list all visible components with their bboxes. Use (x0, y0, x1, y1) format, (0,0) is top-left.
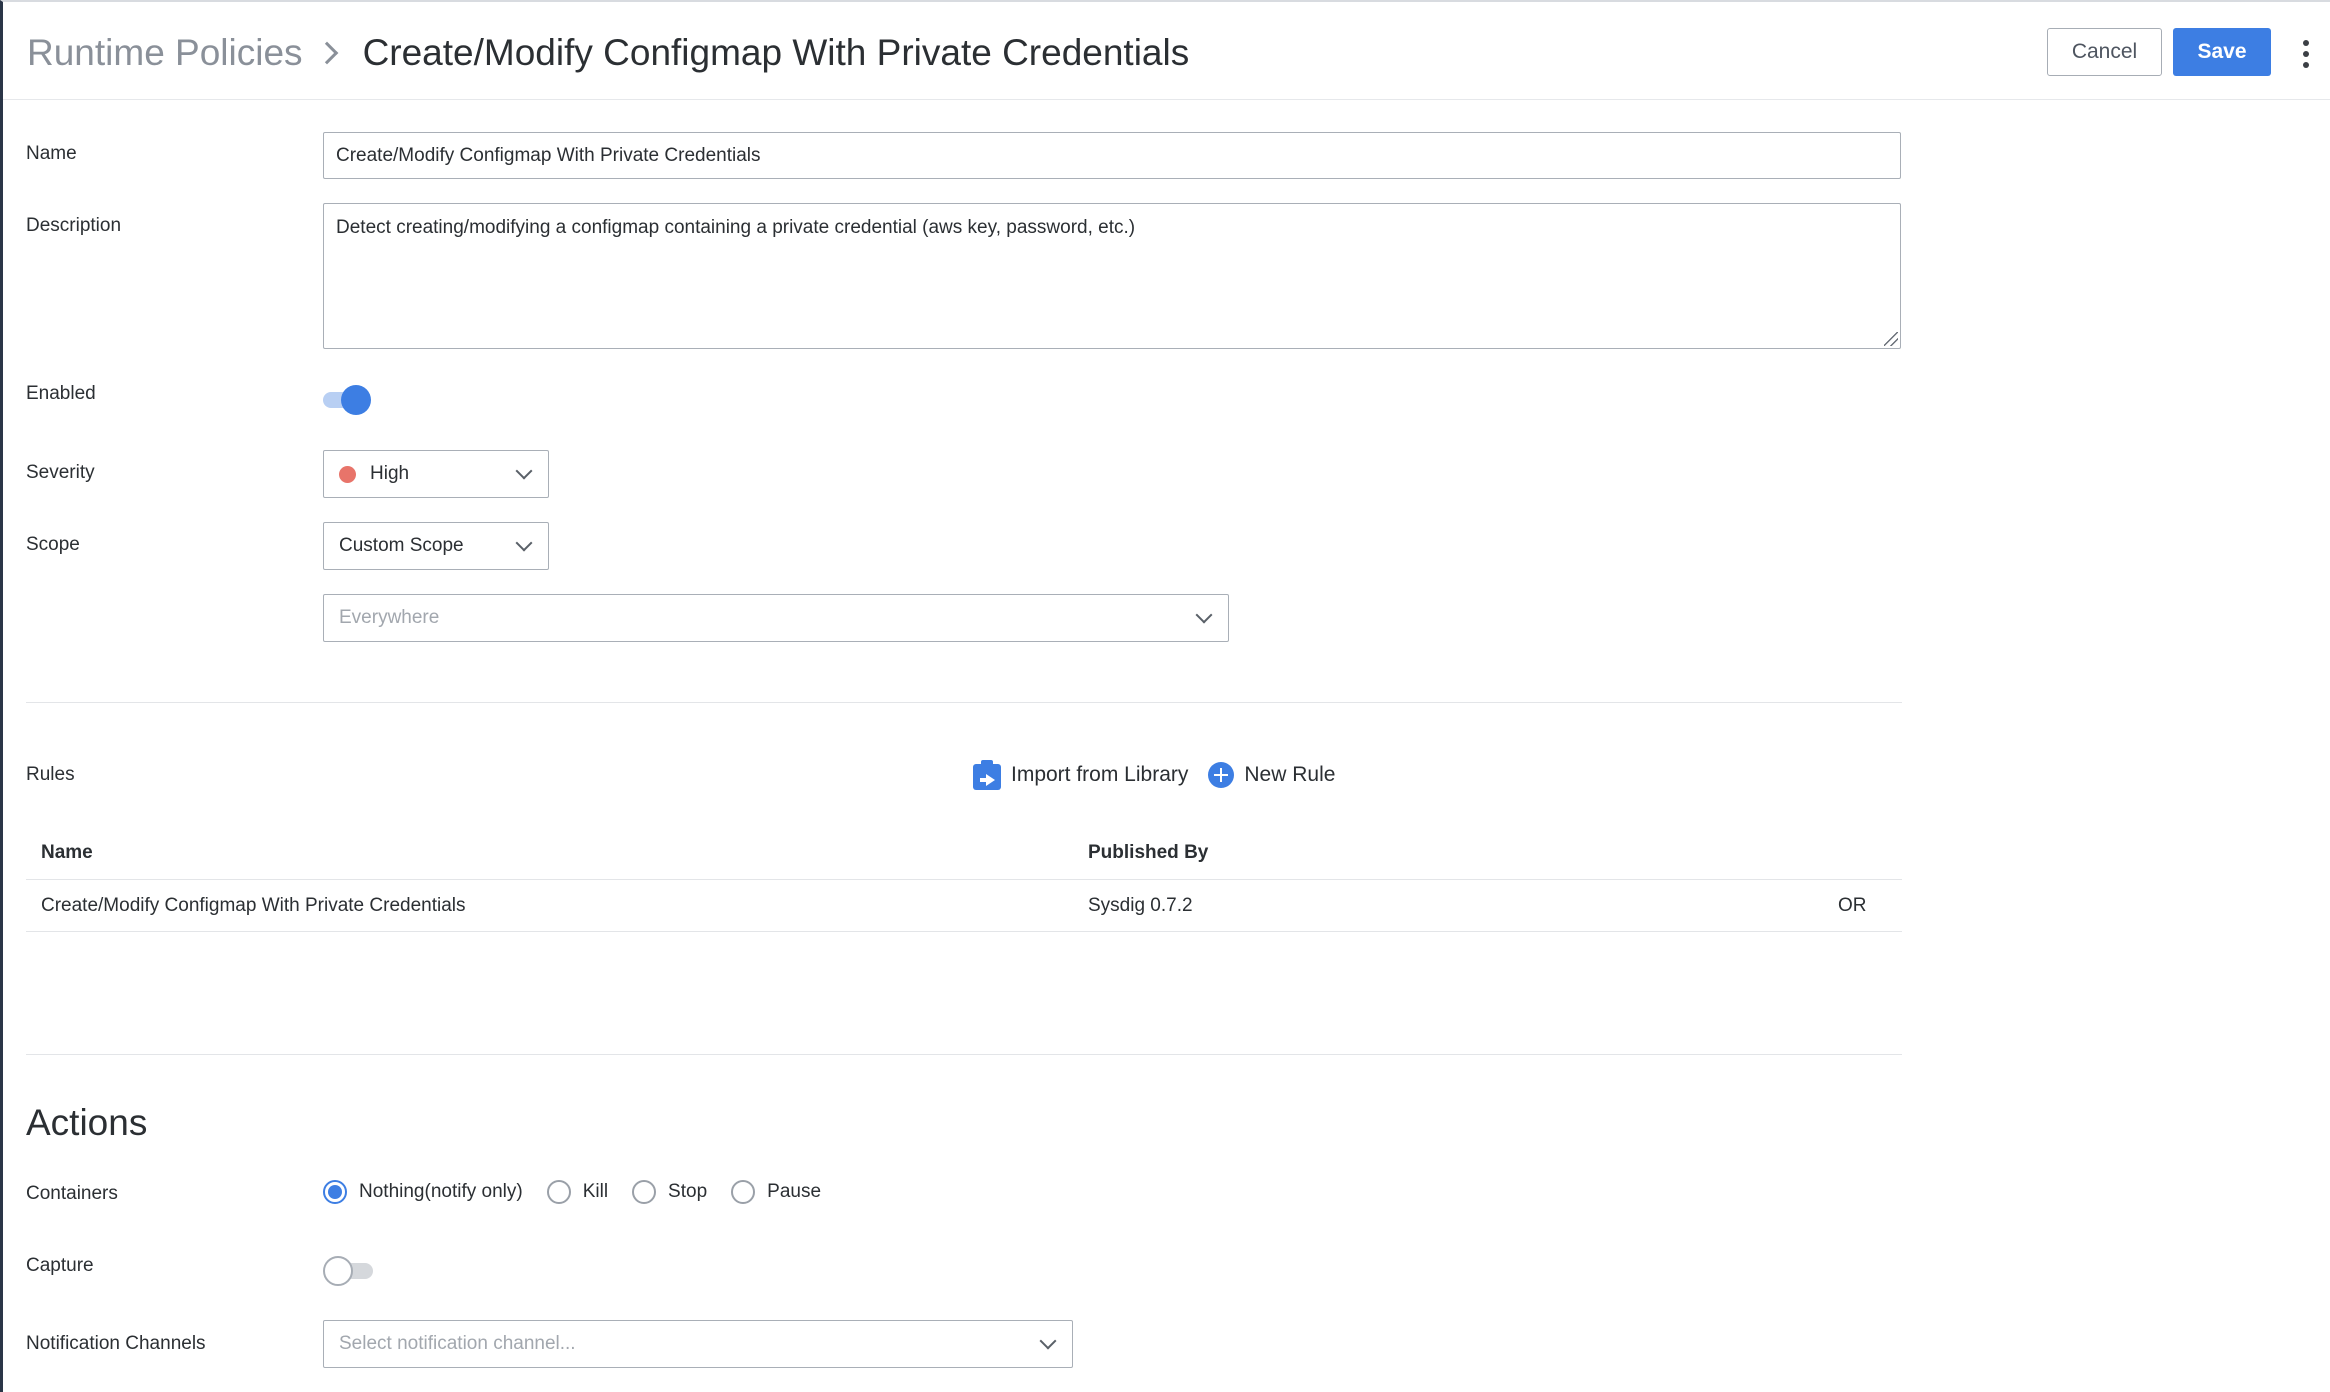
rules-label: Rules (26, 764, 75, 785)
chevron-down-icon (515, 462, 533, 480)
name-input[interactable] (323, 132, 1901, 179)
radio-checked-icon (323, 1180, 347, 1204)
notification-channel-placeholder: Select notification channel... (339, 1333, 576, 1354)
chevron-down-icon (515, 534, 533, 552)
severity-dot-icon (339, 465, 356, 483)
scope-select[interactable]: Custom Scope (323, 522, 549, 570)
radio-label: Stop (668, 1181, 708, 1202)
scope-filter-select[interactable]: Everywhere (323, 594, 1229, 642)
radio-unchecked-icon (632, 1180, 657, 1204)
severity-select[interactable]: High (323, 450, 549, 498)
new-rule-button[interactable]: New Rule (1188, 762, 1335, 788)
rule-name-cell[interactable]: Create/Modify Configmap With Private Cre… (41, 895, 466, 917)
actions-section-title: Actions (26, 1102, 148, 1143)
scope-label: Scope (26, 534, 80, 555)
chevron-down-icon (1039, 1332, 1057, 1350)
scope-filter-placeholder: Everywhere (339, 607, 440, 628)
table-row-divider (26, 931, 1902, 932)
severity-value: High (370, 463, 410, 484)
import-from-library-button[interactable]: Import from Library (973, 760, 1188, 790)
radio-label: Nothing(notify only) (359, 1181, 523, 1202)
scope-value: Custom Scope (339, 535, 464, 556)
toggle-knob (323, 1256, 353, 1286)
chevron-right-icon (315, 41, 338, 65)
radio-nothing-notify-only[interactable]: Nothing(notify only) (323, 1180, 523, 1204)
radio-pause[interactable]: Pause (731, 1180, 821, 1204)
radio-kill[interactable]: Kill (546, 1180, 609, 1204)
clipboard-import-icon (973, 760, 1001, 790)
breadcrumb-runtime-policies-link[interactable]: Runtime Policies (27, 30, 303, 76)
notification-channel-select[interactable]: Select notification channel... (323, 1320, 1073, 1368)
more-options-icon[interactable] (2298, 40, 2314, 68)
new-rule-label: New Rule (1244, 763, 1336, 786)
description-wrapper: Detect creating/modifying a configmap co… (323, 203, 1901, 349)
capture-toggle[interactable] (323, 1254, 373, 1286)
enabled-toggle[interactable] (323, 383, 373, 415)
page-header: Runtime Policies Create/Modify Configmap… (3, 2, 2330, 100)
severity-label: Severity (26, 462, 95, 483)
plus-circle-icon (1208, 762, 1235, 788)
breadcrumb: Runtime Policies Create/Modify Configmap… (27, 30, 1189, 76)
rule-operator-cell: OR (1838, 895, 1867, 916)
page-title: Create/Modify Configmap With Private Cre… (362, 32, 1190, 73)
notification-channels-label: Notification Channels (26, 1333, 206, 1354)
cancel-button[interactable]: Cancel (2047, 28, 2162, 76)
section-divider (26, 702, 1902, 703)
capture-label: Capture (26, 1255, 94, 1276)
section-divider (26, 1054, 1902, 1055)
toggle-knob (341, 385, 371, 415)
enabled-label: Enabled (26, 383, 96, 404)
rule-published-by-cell: Sysdig 0.7.2 (1088, 895, 1193, 916)
import-from-library-label: Import from Library (1011, 763, 1189, 786)
description-label: Description (26, 215, 122, 236)
radio-unchecked-icon (546, 1180, 571, 1204)
chevron-down-icon (1195, 606, 1213, 624)
save-button[interactable]: Save (2173, 28, 2271, 76)
radio-label: Pause (767, 1181, 822, 1202)
containers-label: Containers (26, 1183, 118, 1204)
description-textarea[interactable]: Detect creating/modifying a configmap co… (323, 203, 1901, 349)
rule-actions: Import from Library New Rule (973, 760, 1335, 790)
table-header-divider (26, 879, 1902, 880)
rules-column-name-header[interactable]: Name (41, 842, 93, 864)
containers-radio-group: Nothing(notify only) Kill Stop Pause (323, 1180, 845, 1204)
radio-label: Kill (582, 1181, 609, 1202)
name-label: Name (26, 143, 77, 164)
radio-stop[interactable]: Stop (632, 1180, 707, 1204)
radio-unchecked-icon (731, 1180, 756, 1204)
rules-column-published-by-header[interactable]: Published By (1088, 842, 1208, 864)
page: Runtime Policies Create/Modify Configmap… (0, 0, 2330, 1392)
